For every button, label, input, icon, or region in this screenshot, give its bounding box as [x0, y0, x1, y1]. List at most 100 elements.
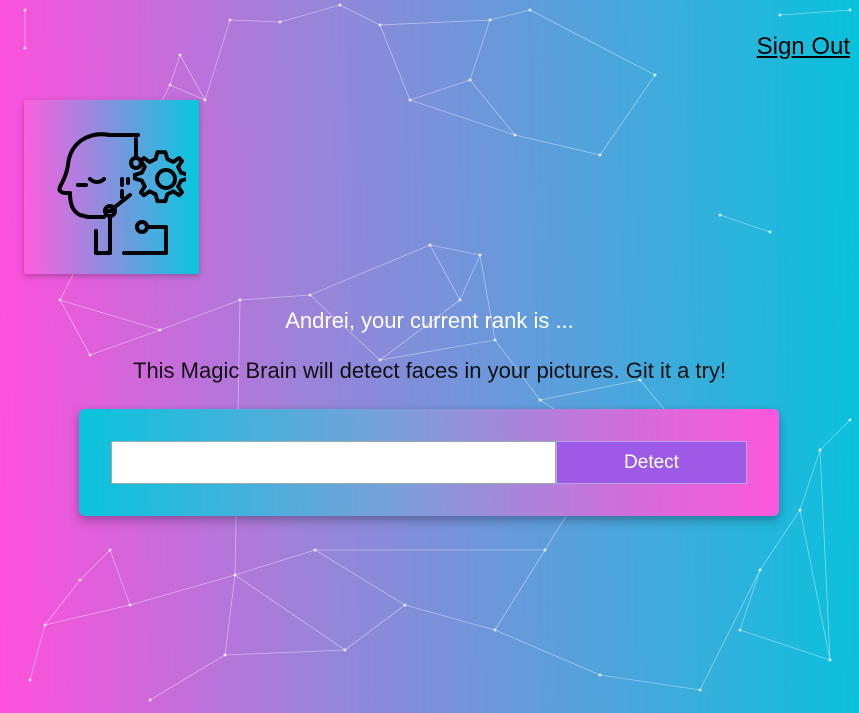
- network-edge: [79, 549, 111, 581]
- sign-out-link[interactable]: Sign Out: [757, 33, 850, 61]
- network-node: [28, 678, 32, 682]
- network-edge: [489, 9, 531, 21]
- network-edge: [129, 574, 236, 606]
- network-node: [538, 398, 542, 402]
- network-node: [653, 73, 657, 77]
- network-edge: [109, 549, 131, 606]
- network-node: [343, 648, 347, 652]
- network-node: [313, 548, 317, 552]
- network-edge: [799, 449, 821, 511]
- network-node: [778, 13, 782, 17]
- network-edge: [224, 649, 346, 656]
- network-edge: [379, 339, 496, 361]
- network-node: [128, 603, 132, 607]
- network-edge: [494, 549, 546, 631]
- network-node: [203, 98, 207, 102]
- network-edge: [224, 574, 236, 656]
- network-edge: [819, 449, 831, 661]
- network-edge: [779, 9, 851, 16]
- network-edge: [599, 74, 656, 156]
- network-node: [378, 23, 382, 27]
- network-edge: [29, 624, 46, 681]
- network-edge: [409, 99, 516, 136]
- network-node: [488, 18, 492, 22]
- tagline: This Magic Brain will detect faces in yo…: [133, 358, 726, 383]
- network-edge: [699, 569, 761, 691]
- network-node: [23, 8, 27, 12]
- network-edge: [379, 19, 491, 26]
- network-edge: [469, 79, 516, 136]
- network-node: [178, 53, 182, 57]
- network-node: [493, 338, 497, 342]
- network-node: [468, 78, 472, 82]
- network-node: [493, 628, 497, 632]
- network-node: [88, 353, 92, 357]
- logo-card: [24, 100, 199, 274]
- network-edge: [379, 24, 411, 101]
- network-node: [758, 568, 762, 572]
- network-node: [108, 548, 112, 552]
- network-edge: [234, 574, 346, 651]
- network-node: [58, 298, 62, 302]
- network-edge: [469, 19, 491, 81]
- rank-message: Andrei, your current rank is ...: [285, 308, 574, 333]
- network-edge: [459, 254, 481, 301]
- network-edge: [799, 509, 831, 661]
- network-node: [458, 298, 462, 302]
- network-edge: [739, 629, 831, 661]
- network-edge: [169, 84, 206, 101]
- network-node: [798, 508, 802, 512]
- network-edge: [494, 629, 601, 676]
- network-node: [848, 418, 852, 422]
- network-edge: [599, 674, 701, 691]
- network-edge: [239, 294, 311, 301]
- image-url-input[interactable]: [111, 441, 556, 484]
- network-edge: [719, 214, 771, 233]
- network-edge: [309, 244, 431, 296]
- network-edge: [739, 569, 761, 631]
- network-edge: [149, 654, 226, 701]
- network-edge: [759, 509, 801, 571]
- network-node: [828, 658, 832, 662]
- network-edge: [529, 9, 656, 76]
- network-edge: [314, 549, 406, 606]
- network-node: [228, 18, 232, 22]
- network-node: [528, 8, 532, 12]
- network-node: [233, 573, 237, 577]
- network-edge: [429, 244, 461, 301]
- network-node: [513, 133, 517, 137]
- network-edge: [429, 244, 481, 256]
- network-edge: [44, 604, 131, 626]
- network-node: [738, 628, 742, 632]
- network-node: [78, 578, 82, 582]
- network-node: [598, 153, 602, 157]
- network-node: [308, 293, 312, 297]
- network-node: [478, 253, 482, 257]
- network-edge: [514, 134, 601, 156]
- network-edge: [404, 604, 496, 631]
- network-edge: [44, 579, 81, 626]
- network-node: [718, 213, 722, 217]
- network-node: [698, 688, 702, 692]
- network-edge: [819, 419, 851, 451]
- network-node: [278, 20, 282, 24]
- network-edge: [179, 54, 206, 101]
- detect-button[interactable]: Detect: [556, 441, 747, 484]
- network-node: [818, 448, 822, 452]
- network-edge: [339, 4, 381, 26]
- network-node: [338, 3, 342, 7]
- network-edge: [204, 19, 231, 101]
- network-node: [408, 98, 412, 102]
- network-node: [168, 83, 172, 87]
- network-node: [848, 8, 852, 12]
- top-navigation: Sign Out: [757, 33, 850, 61]
- network-node: [148, 698, 152, 702]
- image-url-form: Detect: [79, 409, 779, 516]
- network-node: [543, 548, 547, 552]
- network-edge: [169, 54, 181, 86]
- brain-gear-icon: [57, 132, 186, 255]
- network-node: [23, 46, 27, 50]
- network-node: [428, 243, 432, 247]
- network-node: [768, 230, 772, 234]
- network-node: [223, 653, 227, 657]
